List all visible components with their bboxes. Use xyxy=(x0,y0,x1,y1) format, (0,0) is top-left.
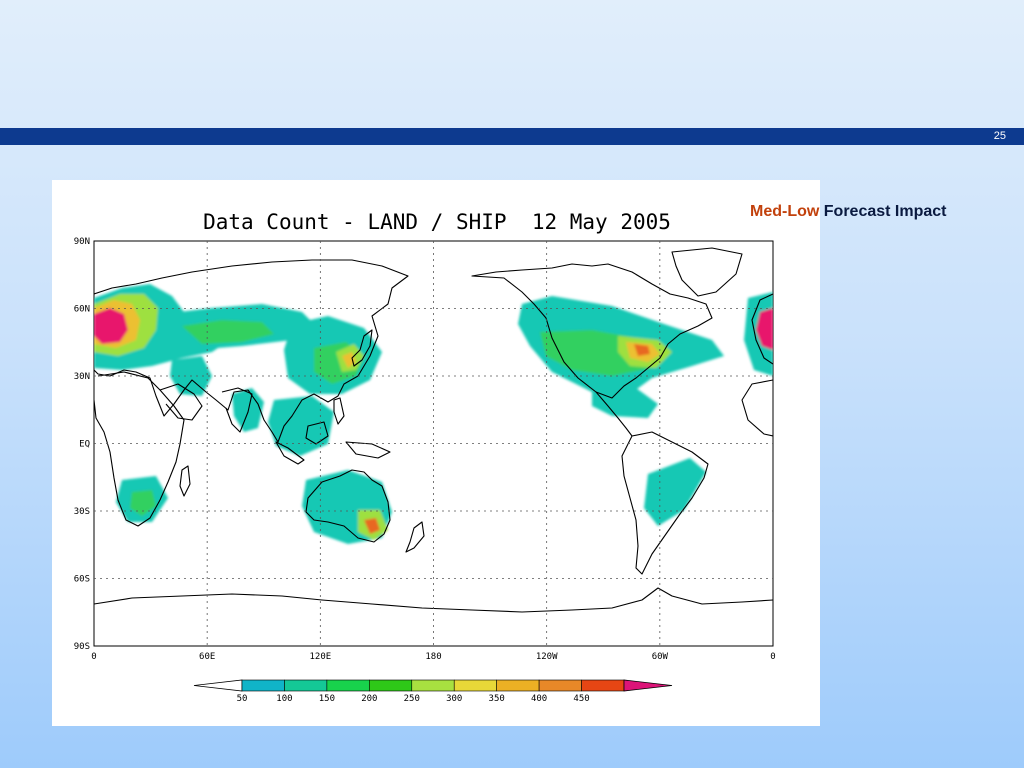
colorbar-label: 250 xyxy=(404,694,420,704)
colorbar-label: 350 xyxy=(489,694,505,704)
colorbar-label: 150 xyxy=(319,694,335,704)
colorbar-label: 300 xyxy=(446,694,462,704)
colorbar-low-triangle xyxy=(193,679,243,692)
lat-tick-label: 60S xyxy=(74,575,90,585)
lat-tick-label: 90N xyxy=(74,237,90,247)
lon-tick-label: 180 xyxy=(425,652,441,662)
colorbar-label: 450 xyxy=(573,694,589,704)
lon-tick-label: 0 xyxy=(770,652,775,662)
colorbar-segment xyxy=(241,679,285,692)
lat-tick-label: 30S xyxy=(74,507,90,517)
longitude-labels: 0 60E 120E 180 120W 60W 0 xyxy=(91,652,775,662)
lon-tick-label: 120W xyxy=(536,652,558,662)
data-count-map: Data Count - LAND / SHIP 12 May 2005 90N… xyxy=(74,210,776,704)
colorbar-label: 100 xyxy=(276,694,292,704)
colorbar-segment xyxy=(326,679,370,692)
colorbar-label: 400 xyxy=(531,694,547,704)
colorbar-segment xyxy=(411,679,455,692)
colorbar-segment xyxy=(496,679,540,692)
map-title: Data Count - LAND / SHIP 12 May 2005 xyxy=(203,210,671,234)
latitude-labels: 90N 60N 30N EQ 30S 60S 90S xyxy=(74,237,90,652)
colorbar-high-triangle xyxy=(623,679,673,692)
lat-tick-label: 60N xyxy=(74,305,90,315)
lat-tick-label: 90S xyxy=(74,642,90,652)
colorbar-segment xyxy=(369,679,413,692)
impact-level: Med-Low xyxy=(750,203,820,220)
colorbar-label: 200 xyxy=(361,694,377,704)
lon-tick-label: 60E xyxy=(199,652,215,662)
lat-tick-label: 30N xyxy=(74,372,90,382)
slide-page-number: 25 xyxy=(993,130,1006,142)
lon-tick-label: 120E xyxy=(309,652,331,662)
colorbar-segment xyxy=(453,679,497,692)
data-count-map-figure: Data Count - LAND / SHIP 12 May 2005 90N… xyxy=(52,180,820,726)
lon-tick-label: 0 xyxy=(91,652,96,662)
impact-label: Forecast Impact xyxy=(823,203,947,220)
colorbar-label: 50 xyxy=(237,694,248,704)
colorbar-segment xyxy=(538,679,582,692)
colorbar-segment xyxy=(581,679,625,692)
slide-header-bar: 25 xyxy=(0,128,1024,145)
forecast-impact-heading: Med-Low Forecast Impact xyxy=(750,203,947,221)
colorbar: 50 100 150 200 250 300 350 400 450 xyxy=(193,679,673,704)
lon-tick-label: 60W xyxy=(652,652,669,662)
colorbar-segment xyxy=(284,679,328,692)
lat-tick-label: EQ xyxy=(79,440,90,450)
